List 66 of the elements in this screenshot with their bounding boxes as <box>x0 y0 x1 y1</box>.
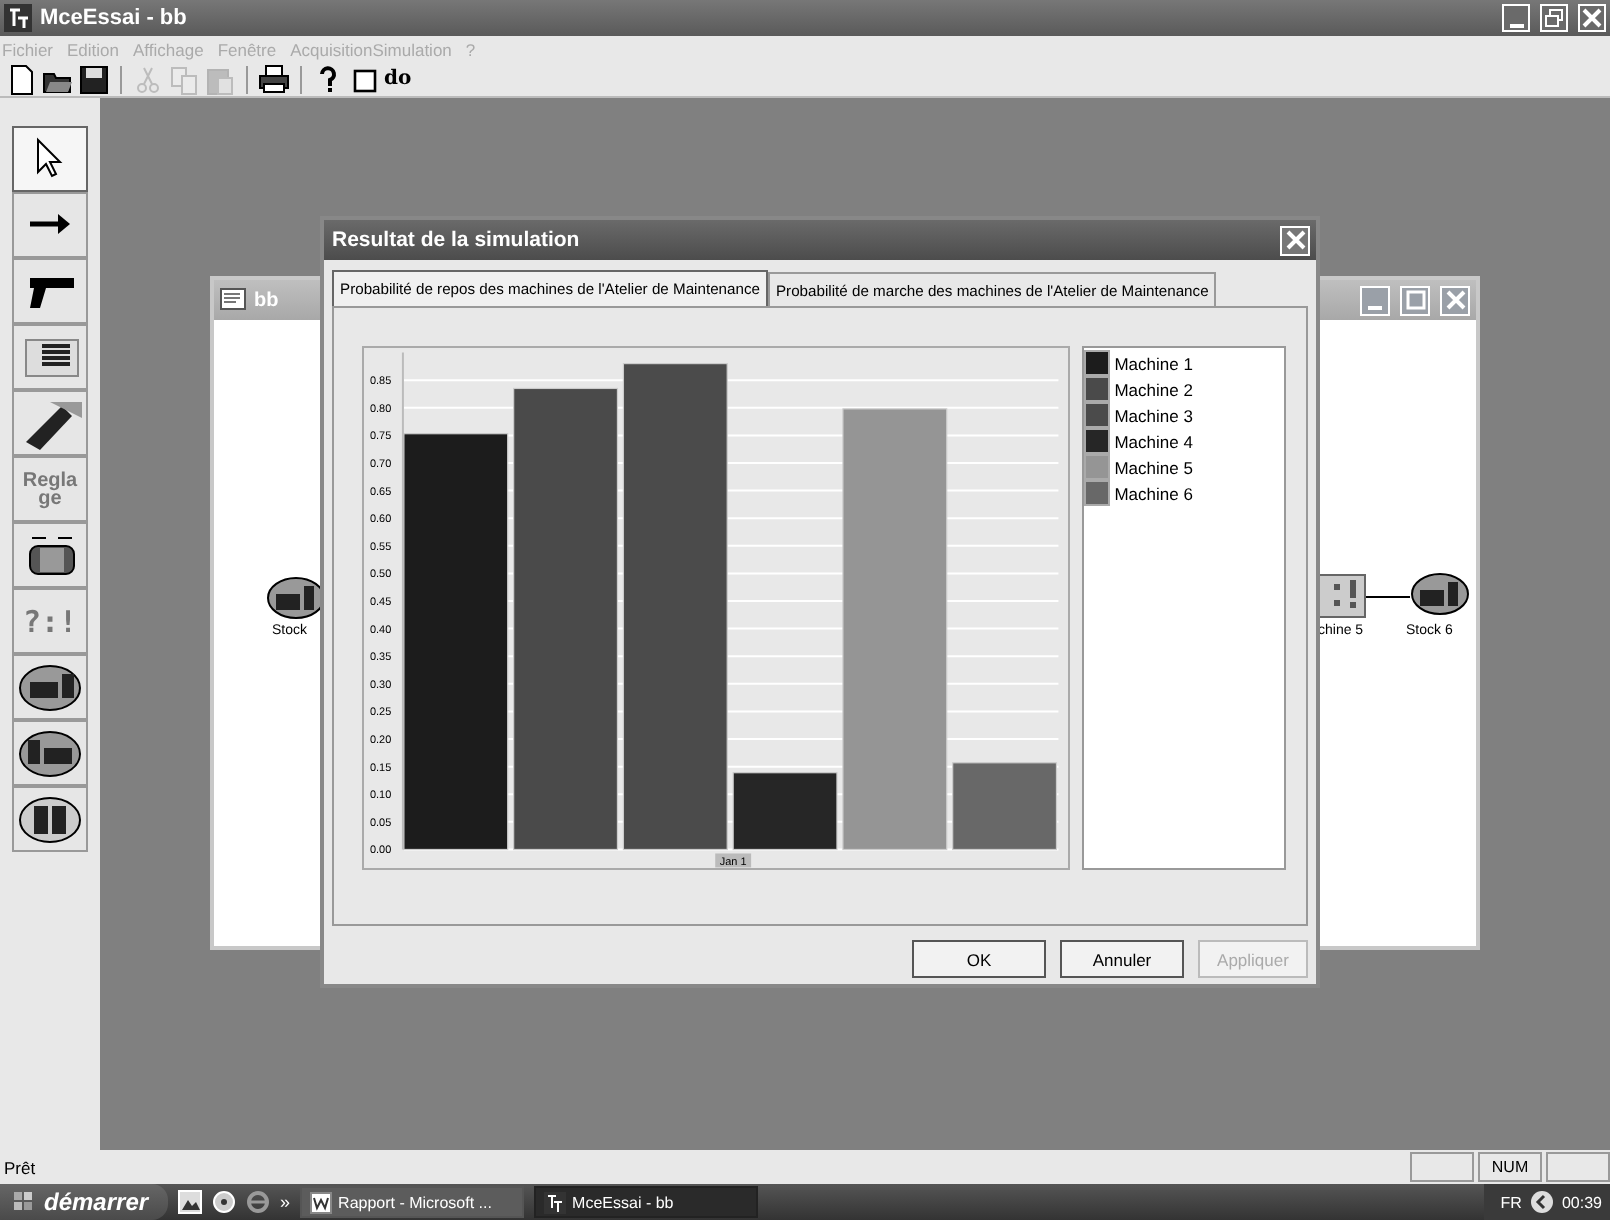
chevron-button[interactable]: » <box>280 1192 291 1212</box>
minimize-icon <box>1509 23 1523 27</box>
palette-button[interactable] <box>12 258 88 324</box>
legend-label: Machine 1 <box>1114 353 1193 373</box>
palette-button[interactable]: ?:! <box>12 588 88 654</box>
taskbar-button[interactable]: MceEssai - bb <box>534 1186 759 1218</box>
toolbar-button[interactable] <box>6 63 38 95</box>
dialog-title: Resultat de la simulation <box>332 228 580 252</box>
restore-button[interactable] <box>1540 4 1568 32</box>
maximize-button[interactable] <box>1400 285 1430 315</box>
restore-icon <box>1542 6 1566 30</box>
legend-label: Machine 2 <box>1114 379 1193 399</box>
close-button[interactable] <box>1440 285 1470 315</box>
palette-button[interactable]: Regla ge <box>12 456 88 522</box>
close-icon <box>1580 6 1604 30</box>
printer-icon <box>258 63 290 95</box>
close-button[interactable] <box>1280 225 1310 255</box>
start-button[interactable]: démarrer <box>0 1184 169 1220</box>
dialog-button[interactable]: Annuler <box>1060 940 1184 978</box>
child-window-title: bb <box>254 289 279 311</box>
palette-button[interactable] <box>12 654 88 720</box>
toolbar-button[interactable]: do <box>384 63 412 95</box>
app-icon <box>544 1191 567 1213</box>
document-icon <box>220 288 246 312</box>
chart-bar <box>952 762 1058 851</box>
toolbar-button[interactable] <box>258 63 290 95</box>
palette-button[interactable] <box>12 522 88 588</box>
status-text: Prêt <box>4 1157 36 1177</box>
maximize-icon <box>1403 288 1427 312</box>
minimize-icon <box>1368 305 1382 309</box>
connector-line <box>1366 596 1410 598</box>
legend-label: Machine 4 <box>1114 431 1193 451</box>
clock: 00:39 <box>1561 1193 1602 1211</box>
legend-label: Machine 5 <box>1114 457 1193 477</box>
close-button[interactable] <box>1578 4 1606 32</box>
taskbar-button[interactable]: Rapport - Microsoft ... <box>300 1186 525 1218</box>
legend-label: Machine 6 <box>1114 483 1193 503</box>
paste-icon <box>204 63 236 95</box>
palette-button[interactable] <box>12 126 88 192</box>
document-icon <box>310 1191 333 1213</box>
close-icon <box>1443 288 1467 312</box>
toolbar-button[interactable] <box>78 63 110 95</box>
picture-frame-icon[interactable] <box>178 1190 203 1214</box>
status-panel <box>1410 1152 1474 1182</box>
close-icon <box>1283 228 1307 252</box>
palette-button[interactable] <box>12 720 88 786</box>
stock-icon[interactable] <box>1410 572 1470 616</box>
palette-button[interactable] <box>12 192 88 258</box>
app-icon <box>4 4 32 32</box>
language-indicator[interactable]: FR <box>1500 1193 1522 1211</box>
start-logo-icon <box>12 1190 36 1214</box>
legend-label: Machine 3 <box>1114 405 1193 425</box>
palette-button[interactable] <box>12 324 88 390</box>
palette-button[interactable] <box>12 390 88 456</box>
status-panel <box>1546 1152 1610 1182</box>
browser-e-icon[interactable] <box>246 1190 271 1214</box>
palette-button[interactable] <box>12 786 88 852</box>
chart-bar <box>732 772 838 851</box>
media-disc-icon[interactable] <box>212 1190 237 1214</box>
status-panel: NUM <box>1478 1152 1542 1182</box>
window-title: MceEssai - bb <box>40 6 187 30</box>
minimize-button[interactable] <box>1502 4 1530 32</box>
minimize-button[interactable] <box>1360 285 1390 315</box>
scissors-icon <box>132 63 164 95</box>
copy-icon <box>168 63 200 95</box>
dialog-button[interactable]: OK <box>912 940 1046 978</box>
